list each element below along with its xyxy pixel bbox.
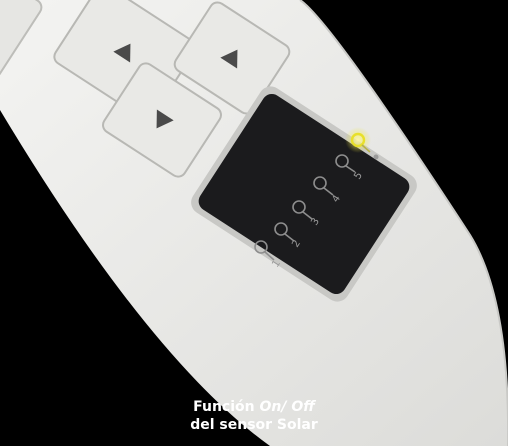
caption-line-1: Función On/ Off <box>0 398 508 416</box>
caption-prefix: Función <box>193 399 255 415</box>
remote-illustration: 1 2 3 4 5 <box>0 0 508 446</box>
product-photo: 1 2 3 4 5 Función On/ Off del sensor Sol… <box>0 0 508 446</box>
caption-line-2: del sensor Solar <box>190 417 318 433</box>
status-dot <box>373 154 379 160</box>
caption-emphasis: On/ Off <box>259 399 315 415</box>
